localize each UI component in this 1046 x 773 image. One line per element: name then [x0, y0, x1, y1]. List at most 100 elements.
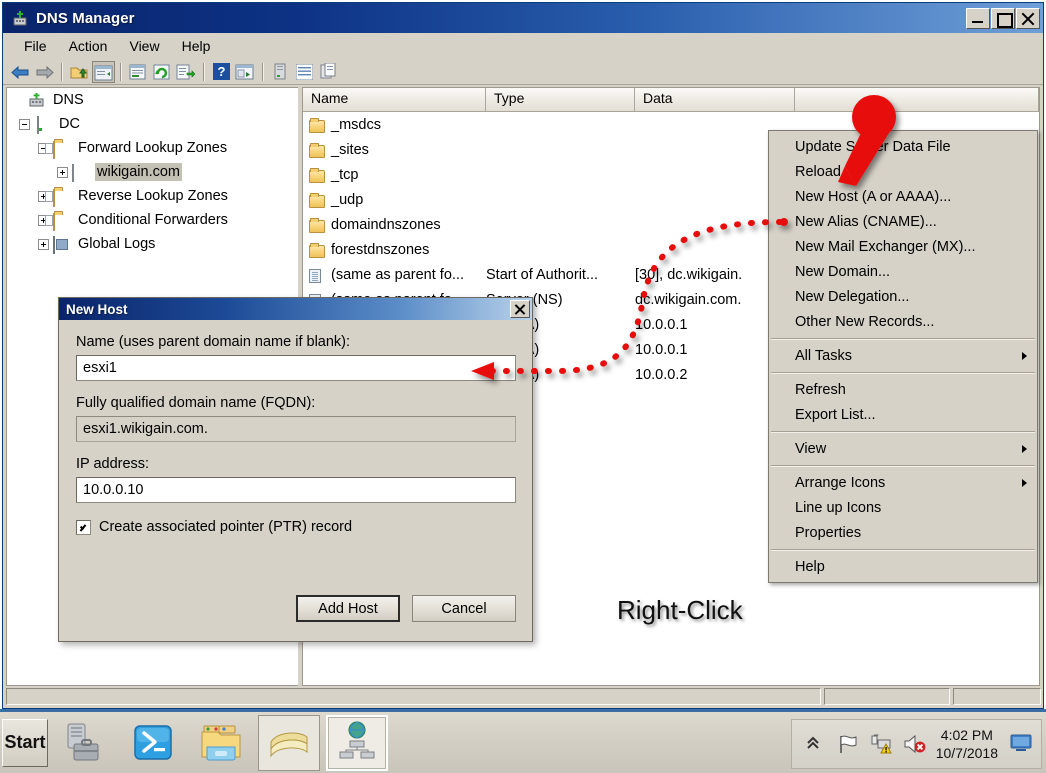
taskbar-file-explorer-icon[interactable]: [190, 715, 252, 771]
close-button[interactable]: [1016, 7, 1040, 29]
menu-separator: [771, 338, 1035, 339]
list-icon[interactable]: [293, 61, 316, 83]
cell-name: _sites: [331, 141, 369, 158]
menu-item-update-server-data-file[interactable]: Update Server Data File: [769, 134, 1037, 159]
back-icon[interactable]: [9, 61, 32, 83]
tree-node-dns[interactable]: DNS: [7, 88, 298, 112]
menu-item-view-label: View: [795, 440, 827, 457]
properties-icon[interactable]: [127, 61, 150, 83]
menu-separator: [771, 549, 1035, 550]
menu-item-view[interactable]: View: [769, 436, 1037, 461]
menu-item-refresh[interactable]: Refresh: [769, 377, 1037, 402]
start-button[interactable]: Start: [2, 718, 48, 767]
menu-item-other-new-records[interactable]: Other New Records...: [769, 309, 1037, 334]
forward-icon[interactable]: [33, 61, 56, 83]
cancel-button[interactable]: Cancel: [412, 595, 516, 622]
menu-item-line-up-icons[interactable]: Line up Icons: [769, 495, 1037, 520]
ptr-checkbox-label: Create associated pointer (PTR) record: [99, 519, 353, 535]
menu-item-arrange-icons[interactable]: Arrange Icons: [769, 470, 1037, 495]
menu-item-reload[interactable]: Reload: [769, 159, 1037, 184]
host-name-input[interactable]: [76, 355, 516, 381]
clock[interactable]: 4:02 PM 10/7/2018: [936, 726, 998, 762]
tree-node-global-logs[interactable]: Global Logs: [7, 232, 298, 256]
tree-node-forward-lookup-zones[interactable]: Forward Lookup Zones: [7, 136, 298, 160]
volume-muted-icon[interactable]: [903, 733, 926, 755]
ip-address-label: IP address:: [76, 456, 150, 472]
taskbar-dns-manager-icon[interactable]: [326, 714, 388, 771]
menu-item-new-delegation[interactable]: New Delegation...: [769, 284, 1037, 309]
menu-item-new-alias[interactable]: New Alias (CNAME)...: [769, 209, 1037, 234]
status-pane-2: [824, 688, 950, 705]
dialog-close-button[interactable]: [510, 300, 530, 318]
menu-item-export-list[interactable]: Export List...: [769, 402, 1037, 427]
help-icon[interactable]: ?: [210, 61, 233, 83]
menu-separator: [771, 431, 1035, 432]
column-header-type[interactable]: Type: [486, 88, 635, 112]
tree-node-wikigain-com[interactable]: wikigain.com: [7, 160, 298, 184]
ptr-checkbox[interactable]: [76, 519, 91, 535]
global-logs-icon: [53, 236, 71, 254]
column-header-data[interactable]: Data: [635, 88, 795, 112]
tree-node-reverse-lookup-zones[interactable]: Reverse Lookup Zones: [7, 184, 298, 208]
expander-minus-icon[interactable]: [19, 118, 30, 130]
show-desktop-icon[interactable]: [1009, 733, 1032, 755]
ip-address-input[interactable]: [76, 477, 516, 503]
refresh-icon[interactable]: [151, 61, 174, 83]
tree-node-dc[interactable]: DC: [7, 112, 298, 136]
server-icon[interactable]: [269, 61, 292, 83]
menu-item-properties[interactable]: Properties: [769, 520, 1037, 545]
add-host-button[interactable]: Add Host: [296, 595, 400, 622]
dialog-title: New Host: [66, 301, 128, 317]
folder-icon: [53, 188, 71, 207]
menu-item-new-mail-exchanger[interactable]: New Mail Exchanger (MX)...: [769, 234, 1037, 259]
list-header: Name Type Data: [303, 88, 1039, 112]
taskbar-powershell-icon[interactable]: [122, 715, 184, 771]
expander-plus-icon[interactable]: [38, 238, 49, 250]
right-click-annotation-label: Right-Click: [617, 595, 743, 625]
menu-item-new-domain[interactable]: New Domain...: [769, 259, 1037, 284]
menu-item-help[interactable]: Help: [769, 554, 1037, 579]
dialog-titlebar: New Host: [59, 298, 532, 320]
menu-file[interactable]: File: [13, 36, 58, 56]
menu-separator: [771, 372, 1035, 373]
show-hide-console-tree-icon[interactable]: [92, 60, 115, 83]
new-window-icon[interactable]: [234, 61, 257, 83]
taskbar-server-manager-icon[interactable]: [54, 715, 116, 771]
export-list-icon[interactable]: [175, 61, 198, 83]
menu-bar: File Action View Help: [3, 33, 1043, 59]
system-tray: 4:02 PM 10/7/2018: [790, 719, 1042, 769]
toolbar: ?: [3, 59, 1043, 85]
folder-icon: [309, 168, 327, 183]
menu-view[interactable]: View: [118, 36, 170, 56]
toolbar-separator: [61, 62, 63, 81]
clock-date: 10/7/2018: [935, 745, 998, 761]
folder-icon: [309, 218, 327, 233]
cell-name: domaindnszones: [331, 216, 441, 233]
status-bar: [3, 686, 1043, 708]
minimize-button[interactable]: [966, 7, 990, 29]
status-pane-3: [953, 688, 1041, 705]
show-hidden-icons-chevron-icon[interactable]: [804, 733, 826, 755]
ptr-checkbox-row[interactable]: Create associated pointer (PTR) record: [76, 519, 516, 535]
copy-icon[interactable]: [317, 61, 340, 83]
menu-item-all-tasks[interactable]: All Tasks: [769, 343, 1037, 368]
dialog-buttons: Add Host Cancel: [296, 595, 516, 622]
menu-action[interactable]: Action: [58, 36, 119, 56]
network-warning-icon[interactable]: [870, 733, 892, 755]
expander-plus-icon[interactable]: [57, 166, 68, 178]
taskbar-windows-update-icon[interactable]: [258, 714, 320, 771]
menu-help[interactable]: Help: [171, 36, 222, 56]
menu-item-new-host[interactable]: New Host (A or AAAA)...: [769, 184, 1037, 209]
maximize-button[interactable]: [991, 7, 1015, 29]
toolbar-separator: [262, 62, 264, 81]
cell-name: forestdnszones: [331, 241, 430, 258]
submenu-arrow-icon: [1022, 351, 1027, 360]
column-header-name[interactable]: Name: [303, 88, 486, 112]
toolbar-separator: [203, 62, 205, 81]
action-center-flag-icon[interactable]: [837, 733, 859, 755]
folder-icon: [53, 212, 71, 231]
tree-node-conditional-forwarders[interactable]: Conditional Forwarders: [7, 208, 298, 232]
window-titlebar: DNS Manager: [3, 3, 1043, 33]
up-one-level-icon[interactable]: [68, 61, 91, 83]
tree-label-reverse-lookup-zones: Reverse Lookup Zones: [78, 188, 228, 204]
